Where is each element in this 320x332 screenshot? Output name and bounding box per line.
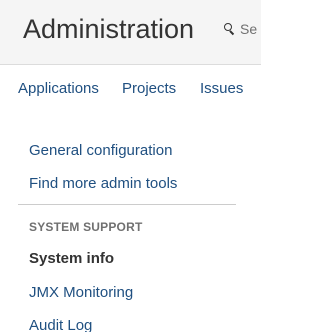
admin-sidebar: General configuration Find more admin to… [0, 113, 261, 332]
section-heading-system-support: SYSTEM SUPPORT [29, 220, 143, 234]
sidebar-divider [18, 204, 236, 205]
sidebar-item-jmx-monitoring[interactable]: JMX Monitoring [29, 284, 133, 301]
page-title: Administration [23, 14, 195, 44]
search-icon[interactable] [223, 23, 235, 36]
admin-page: Administration Applications Projects Iss… [0, 0, 261, 332]
sidebar-item-find-more-admin-tools[interactable]: Find more admin tools [29, 175, 177, 192]
tab-applications[interactable]: Applications [18, 80, 99, 97]
page-header: Administration [0, 0, 261, 64]
search-box[interactable] [223, 19, 261, 39]
tab-projects[interactable]: Projects [122, 80, 176, 97]
search-input[interactable] [240, 21, 261, 37]
sidebar-item-audit-log[interactable]: Audit Log [29, 317, 92, 332]
sidebar-item-system-info[interactable]: System info [29, 250, 114, 267]
admin-tabs: Applications Projects Issues [0, 64, 261, 114]
tab-issues[interactable]: Issues [200, 80, 243, 97]
sidebar-item-general-configuration[interactable]: General configuration [29, 142, 172, 159]
